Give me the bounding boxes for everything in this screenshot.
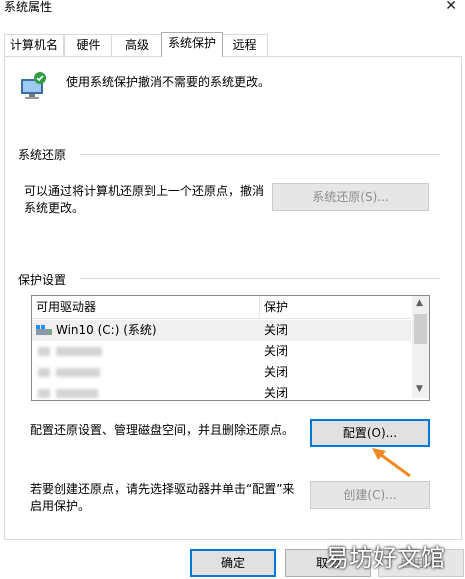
create-description-line2: 启用保护。	[30, 499, 91, 513]
tab-remote[interactable]: 远程	[221, 34, 268, 56]
drive-name: Win10 (C:) (系统)	[56, 323, 157, 337]
drive-list-header: 可用驱动器 保护	[32, 296, 411, 319]
scroll-down-icon[interactable]: ▼	[416, 384, 423, 394]
system-protection-icon	[18, 70, 48, 102]
close-icon[interactable]: ✕	[445, 0, 457, 14]
create-description-line1: 若要创建还原点，请先选择驱动器并单击“配置”来	[30, 482, 295, 496]
drive-status: 关闭	[264, 344, 289, 358]
create-button[interactable]: 创建(C)...	[310, 481, 430, 509]
restore-heading: 系统还原	[18, 148, 67, 162]
drive-icon	[38, 389, 50, 398]
drive-name-redacted	[56, 389, 98, 398]
watermark: 易坊好文馆	[325, 544, 445, 572]
drive-status: 关闭	[264, 386, 289, 400]
drive-name-redacted	[56, 368, 100, 377]
restore-desc-line2: 系统更改。	[24, 201, 85, 215]
drive-status: 关闭	[264, 365, 289, 379]
config-description: 配置还原设置、管理磁盘空间，并且删除还原点。	[30, 423, 295, 437]
drive-icon	[36, 325, 52, 339]
title-bar: 系统属性 ✕	[0, 0, 465, 30]
tab-hardware[interactable]: 硬件	[64, 34, 113, 56]
drive-list-scrollbar[interactable]: ▲ ▼	[412, 296, 429, 398]
tab-advanced[interactable]: 高级	[111, 34, 163, 56]
tab-system-protection[interactable]: 系统保护	[161, 32, 223, 57]
ok-button[interactable]: 确定	[190, 549, 276, 577]
scroll-up-icon[interactable]: ▲	[416, 298, 423, 308]
system-restore-button[interactable]: 系统还原(S)...	[272, 183, 429, 211]
drive-row[interactable]: 关闭	[32, 362, 411, 383]
protection-divider	[80, 278, 440, 279]
drive-list[interactable]: 可用驱动器 保护 Win10 (C:) (系统) 关闭 关闭 关闭 关闭 ▲ ▼	[31, 295, 430, 401]
window-title: 系统属性	[4, 0, 53, 14]
drive-row[interactable]: 关闭	[32, 383, 411, 400]
drive-status: 关闭	[264, 323, 289, 337]
tab-computer-name[interactable]: 计算机名	[4, 34, 64, 56]
drive-row[interactable]: Win10 (C:) (系统) 关闭	[32, 320, 411, 341]
annotation-arrow-icon	[368, 446, 414, 480]
column-header-drive[interactable]: 可用驱动器	[32, 296, 260, 318]
drive-icon	[38, 347, 50, 356]
configure-button[interactable]: 配置(O)...	[310, 419, 430, 447]
drive-row[interactable]: 关闭	[32, 341, 411, 362]
restore-divider	[80, 154, 440, 155]
intro-text: 使用系统保护撤消不需要的系统更改。	[66, 75, 271, 89]
restore-desc-line1: 可以通过将计算机还原到上一个还原点，撤消	[24, 184, 265, 198]
column-header-protection[interactable]: 保护	[260, 296, 411, 318]
drive-name-redacted	[56, 347, 102, 356]
drive-icon	[38, 368, 50, 377]
scroll-thumb[interactable]	[414, 314, 427, 344]
protection-heading: 保护设置	[18, 273, 67, 287]
